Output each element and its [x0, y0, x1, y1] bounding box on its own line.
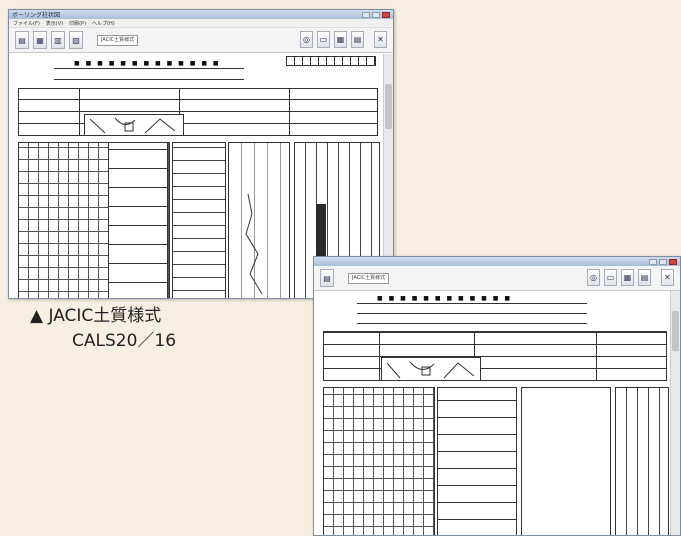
window-controls — [362, 11, 390, 18]
id-boxes — [286, 56, 376, 66]
save-button[interactable]: ▦ — [33, 31, 47, 49]
window-title: ボーリング柱状図 — [12, 12, 61, 19]
grid-button[interactable]: ▦ — [621, 269, 634, 286]
close-button[interactable] — [382, 11, 390, 18]
sheet-title: ■ ■ ■ ■ ■ ■ ■ ■ ■ ■ ■ ■ — [377, 295, 513, 302]
preview-button[interactable]: ▧ — [69, 31, 83, 49]
open-button[interactable]: ▤ — [320, 269, 334, 287]
back-window-titlebar: ボーリング柱状図 — [9, 10, 393, 19]
grid-icon: ▦ — [336, 35, 345, 44]
maximize-button[interactable] — [659, 258, 667, 265]
toolbar-right: ◎ ▭ ▦ ▤ ✕ — [300, 31, 387, 48]
page-icon: ▭ — [319, 35, 328, 44]
minimize-button[interactable] — [649, 258, 657, 265]
caption-line-1: ▲ JACIC土質様式 — [30, 306, 162, 326]
list-button[interactable]: ▤ — [351, 31, 364, 48]
spt-curve — [245, 194, 263, 294]
zoom-button[interactable]: ◎ — [300, 31, 313, 48]
close-icon: ✕ — [664, 273, 671, 282]
print-icon: ▥ — [54, 35, 62, 45]
exit-button[interactable]: ✕ — [374, 31, 387, 48]
log-columns-right — [615, 387, 669, 535]
soil-description — [108, 142, 168, 298]
page-button[interactable]: ▭ — [317, 31, 330, 48]
vertical-scrollbar[interactable] — [670, 291, 680, 535]
menu-print[interactable]: 印刷(P) — [69, 20, 86, 27]
front-window-titlebar — [314, 257, 680, 266]
list-icon: ▤ — [353, 35, 362, 44]
grid-button[interactable]: ▦ — [334, 31, 347, 48]
toolbar-right: ◎ ▭ ▦ ▤ ✕ — [587, 269, 674, 286]
exit-button[interactable]: ✕ — [661, 269, 674, 286]
soil-description — [437, 387, 517, 535]
grid-icon: ▦ — [623, 273, 632, 282]
scrollbar-thumb[interactable] — [672, 311, 679, 351]
list-button[interactable]: ▤ — [638, 269, 651, 286]
menu-help[interactable]: ヘルプ(H) — [92, 20, 115, 27]
open-icon: ▤ — [323, 273, 331, 283]
header-block — [323, 331, 667, 381]
location-sketch — [89, 117, 176, 134]
menubar: ファイル(F) 表示(V) 印刷(P) ヘルプ(H) — [9, 19, 393, 28]
toolbar: ▤ ▦ ▥ ▧ JACIC土質様式 ◎ ▭ ▦ ▤ ✕ — [9, 28, 393, 53]
menu-view[interactable]: 表示(V) — [46, 20, 63, 27]
boring-log-sheet: ■ ■ ■ ■ ■ ■ ■ ■ ■ ■ ■ ■ — [319, 291, 669, 535]
notes-area — [521, 387, 611, 535]
window-controls — [649, 258, 677, 265]
toolbar: ▤ JACIC土質様式 ◎ ▭ ▦ ▤ ✕ — [314, 266, 680, 291]
format-select[interactable]: JACIC土質様式 — [97, 34, 139, 46]
open-icon: ▤ — [18, 35, 26, 45]
preview-icon: ▧ — [72, 35, 80, 45]
close-button[interactable] — [669, 258, 677, 265]
location-sketch — [386, 361, 475, 379]
header-block — [18, 88, 378, 136]
close-icon: ✕ — [377, 35, 384, 44]
page-button[interactable]: ▭ — [604, 269, 617, 286]
minimize-button[interactable] — [362, 11, 370, 18]
maximize-button[interactable] — [372, 11, 380, 18]
list-icon: ▤ — [640, 273, 649, 282]
caption-line-2: CALS20／16 — [72, 331, 177, 351]
menu-file[interactable]: ファイル(F) — [13, 20, 40, 27]
caption: ▲ JACIC土質様式 CALS20／16 — [30, 304, 176, 354]
page-icon: ▭ — [606, 273, 615, 282]
front-window: ▤ JACIC土質様式 ◎ ▭ ▦ ▤ ✕ ■ ■ ■ ■ ■ ■ ■ ■ ■ … — [313, 256, 681, 536]
scrollbar-thumb[interactable] — [385, 84, 392, 129]
zoom-button[interactable]: ◎ — [587, 269, 600, 286]
log-columns-left — [323, 387, 435, 535]
zoom-icon: ◎ — [590, 273, 597, 282]
format-select[interactable]: JACIC土質様式 — [348, 272, 390, 284]
print-button[interactable]: ▥ — [51, 31, 65, 49]
zoom-icon: ◎ — [303, 35, 310, 44]
log-columns-middle — [172, 142, 226, 298]
sheet-title: ■ ■ ■ ■ ■ ■ ■ ■ ■ ■ ■ ■ ■ — [74, 60, 221, 67]
save-icon: ▦ — [36, 35, 44, 45]
open-button[interactable]: ▤ — [15, 31, 29, 49]
triangle-marker-icon: ▲ — [30, 306, 44, 326]
